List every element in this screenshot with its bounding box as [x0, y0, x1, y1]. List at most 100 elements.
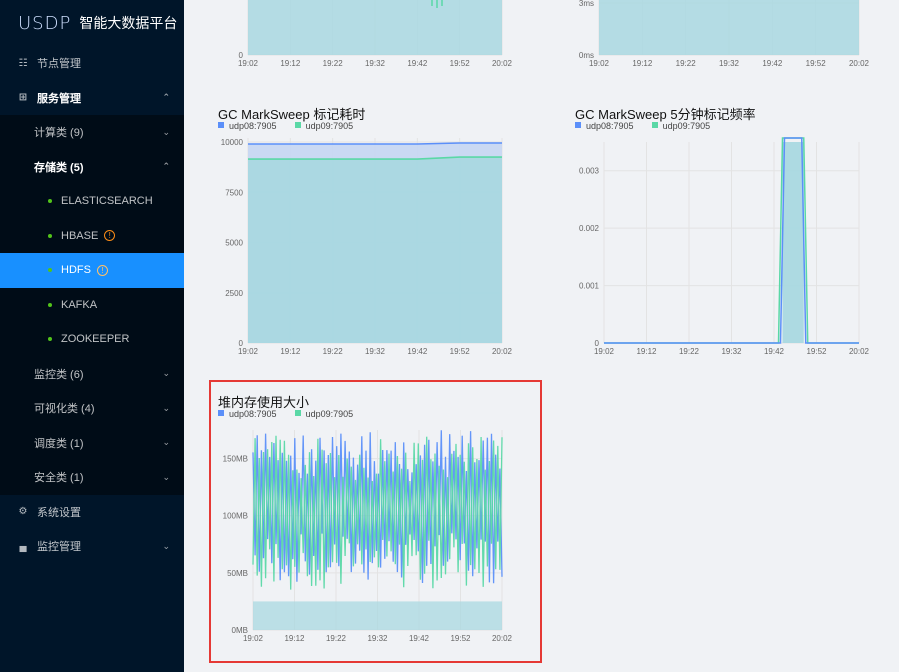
x-tick-label: 19:42: [764, 347, 785, 356]
chart-top-left: 19:02 19:12 19:22 19:32 19:42 19:52 20:02 0: [238, 0, 513, 68]
legend-swatch: [575, 122, 581, 128]
menu-label: 可视化类 (4): [34, 403, 95, 416]
cluster-icon: ☷: [18, 57, 28, 69]
chart-panel-top-right: 19:02 19:12 19:22 19:32 19:42 19:52 20:02 0ms 3m…: [570, 0, 880, 80]
menu-schedule[interactable]: 调度类 (1) ⌄: [0, 425, 184, 460]
y-tick-label: 50MB: [227, 569, 248, 578]
legend-item[interactable]: udp08:7905: [218, 409, 277, 419]
x-tick-label: 19:12: [632, 59, 653, 68]
legend-swatch: [294, 122, 301, 128]
status-dot: [48, 337, 52, 342]
x-tick-label: 19:02: [589, 59, 610, 68]
x-tick-label: 19:02: [243, 634, 264, 643]
x-tick-label: 19:42: [762, 59, 783, 68]
menu-node-mgmt[interactable]: ☷ 节点管理: [0, 46, 184, 81]
y-tick-label: 0ms: [579, 51, 594, 60]
legend-item[interactable]: udp09:7905: [294, 121, 353, 131]
menu-compute[interactable]: 计算类 (9) ⌄: [0, 115, 184, 150]
menu-service-mgmt[interactable]: ⊞ 服务管理 ⌃: [0, 81, 184, 116]
x-tick-label: 19:52: [806, 347, 827, 356]
x-tick-label: 19:32: [365, 347, 386, 356]
x-tick-label: 19:12: [284, 634, 305, 643]
chart-panel-heap: 堆内存使用大小 udp08:7905 udp09:7905 19:02 19:12…: [218, 390, 518, 655]
y-tick-label: 7500: [225, 188, 243, 197]
x-tick-label: 19:42: [407, 347, 428, 356]
menu-security[interactable]: 安全类 (1) ⌄: [0, 460, 184, 495]
x-tick-label: 19:52: [450, 347, 471, 356]
menu-label: HDFS: [61, 264, 91, 277]
menu-label: HBASE: [61, 229, 99, 242]
area-fill: [599, 0, 859, 55]
legend-item[interactable]: udp09:7905: [651, 121, 710, 131]
x-tick-label: 19:52: [450, 59, 471, 68]
x-tick-label: 20:02: [492, 347, 513, 356]
x-tick-label: 19:22: [676, 59, 697, 68]
menu-storage[interactable]: 存储类 (5) ⌃: [0, 149, 184, 184]
legend-label: udp09:7905: [305, 409, 354, 419]
menu-system-settings[interactable]: ⚙ 系统设置: [0, 495, 184, 530]
logo[interactable]: USDP 智能大数据平台: [0, 0, 184, 46]
menu-hdfs[interactable]: HDFS !: [0, 253, 184, 288]
chevron-up-icon: ⌃: [162, 92, 170, 103]
y-tick-label: 0: [595, 339, 600, 348]
gear-icon: ⚙: [18, 506, 28, 518]
y-tick-label: 5000: [225, 239, 243, 248]
chevron-down-icon: ⌄: [162, 540, 170, 551]
x-tick-label: 20:02: [492, 59, 513, 68]
menu-monitor[interactable]: 监控类 (6) ⌄: [0, 356, 184, 391]
y-tick-label: 0: [239, 339, 244, 348]
status-dot: [48, 302, 52, 307]
menu-label: 监控管理: [37, 541, 81, 554]
x-tick-label: 19:42: [409, 634, 430, 643]
x-tick-label: 19:32: [365, 59, 386, 68]
menu-label: 调度类 (1): [34, 437, 84, 450]
x-tick-label: 19:52: [450, 634, 471, 643]
y-tick-label: 2500: [225, 289, 243, 298]
menu-label: ZOOKEEPER: [61, 333, 130, 346]
chart-heap: 19:02 19:12 19:22 19:32 19:42 19:52 20:02 0MB 50…: [223, 430, 513, 643]
legend-swatch: [218, 410, 224, 416]
x-tick-label: 19:12: [636, 347, 657, 356]
menu-label: 系统设置: [37, 506, 81, 519]
menu-kafka[interactable]: KAFKA: [0, 287, 184, 322]
chart-panel-top-left: 19:02 19:12 19:22 19:32 19:42 19:52 20:02 0: [218, 0, 518, 80]
menu-label: KAFKA: [61, 298, 98, 311]
sidebar: USDP 智能大数据平台 ☷ 节点管理 ⊞ 服务管理 ⌃ 计算类 (9) ⌄ 存…: [0, 0, 184, 672]
y-tick-label: 0.003: [579, 167, 600, 176]
x-tick-label: 19:22: [326, 634, 347, 643]
x-tick-label: 19:02: [238, 347, 259, 356]
legend-item[interactable]: udp08:7905: [218, 121, 277, 131]
x-tick-label: 19:32: [721, 347, 742, 356]
chart-top-right: 19:02 19:12 19:22 19:32 19:42 19:52 20:02 0ms 3m…: [579, 0, 870, 68]
menu-monitor-mgmt[interactable]: ▄ 监控管理 ⌄: [0, 529, 184, 564]
x-tick-label: 19:42: [407, 59, 428, 68]
grid-icon: ⊞: [18, 92, 28, 104]
status-dot: [48, 233, 52, 238]
y-tick-label: 100MB: [223, 512, 248, 521]
x-tick-label: 20:02: [849, 59, 870, 68]
area-fill: [253, 601, 502, 630]
x-tick-label: 19:12: [280, 347, 301, 356]
menu-elasticsearch[interactable]: ELASTICSEARCH: [0, 184, 184, 219]
legend-item[interactable]: udp08:7905: [575, 121, 634, 131]
menu-visual[interactable]: 可视化类 (4) ⌄: [0, 391, 184, 426]
chevron-down-icon: ⌄: [162, 126, 170, 137]
chart-legend: udp08:7905 udp09:7905: [218, 121, 353, 131]
x-tick-label: 19:32: [719, 59, 740, 68]
legend-label: udp08:7905: [229, 121, 277, 131]
menu-zookeeper[interactable]: ZOOKEEPER: [0, 322, 184, 357]
area-fill: [782, 142, 804, 343]
menu-hbase[interactable]: HBASE !: [0, 218, 184, 253]
menu-label: 计算类 (9): [34, 127, 84, 140]
y-tick-label: 0MB: [232, 626, 248, 635]
chevron-down-icon: ⌄: [162, 437, 170, 448]
legend-swatch: [218, 122, 224, 128]
chart-icon: ▄: [19, 540, 27, 552]
x-tick-label: 20:02: [492, 634, 513, 643]
legend-swatch: [651, 122, 658, 128]
x-tick-label: 19:02: [594, 347, 615, 356]
legend-label: udp08:7905: [229, 409, 277, 419]
legend-label: udp08:7905: [586, 121, 634, 131]
legend-item[interactable]: udp09:7905: [294, 409, 354, 419]
x-tick-label: 19:12: [280, 59, 301, 68]
